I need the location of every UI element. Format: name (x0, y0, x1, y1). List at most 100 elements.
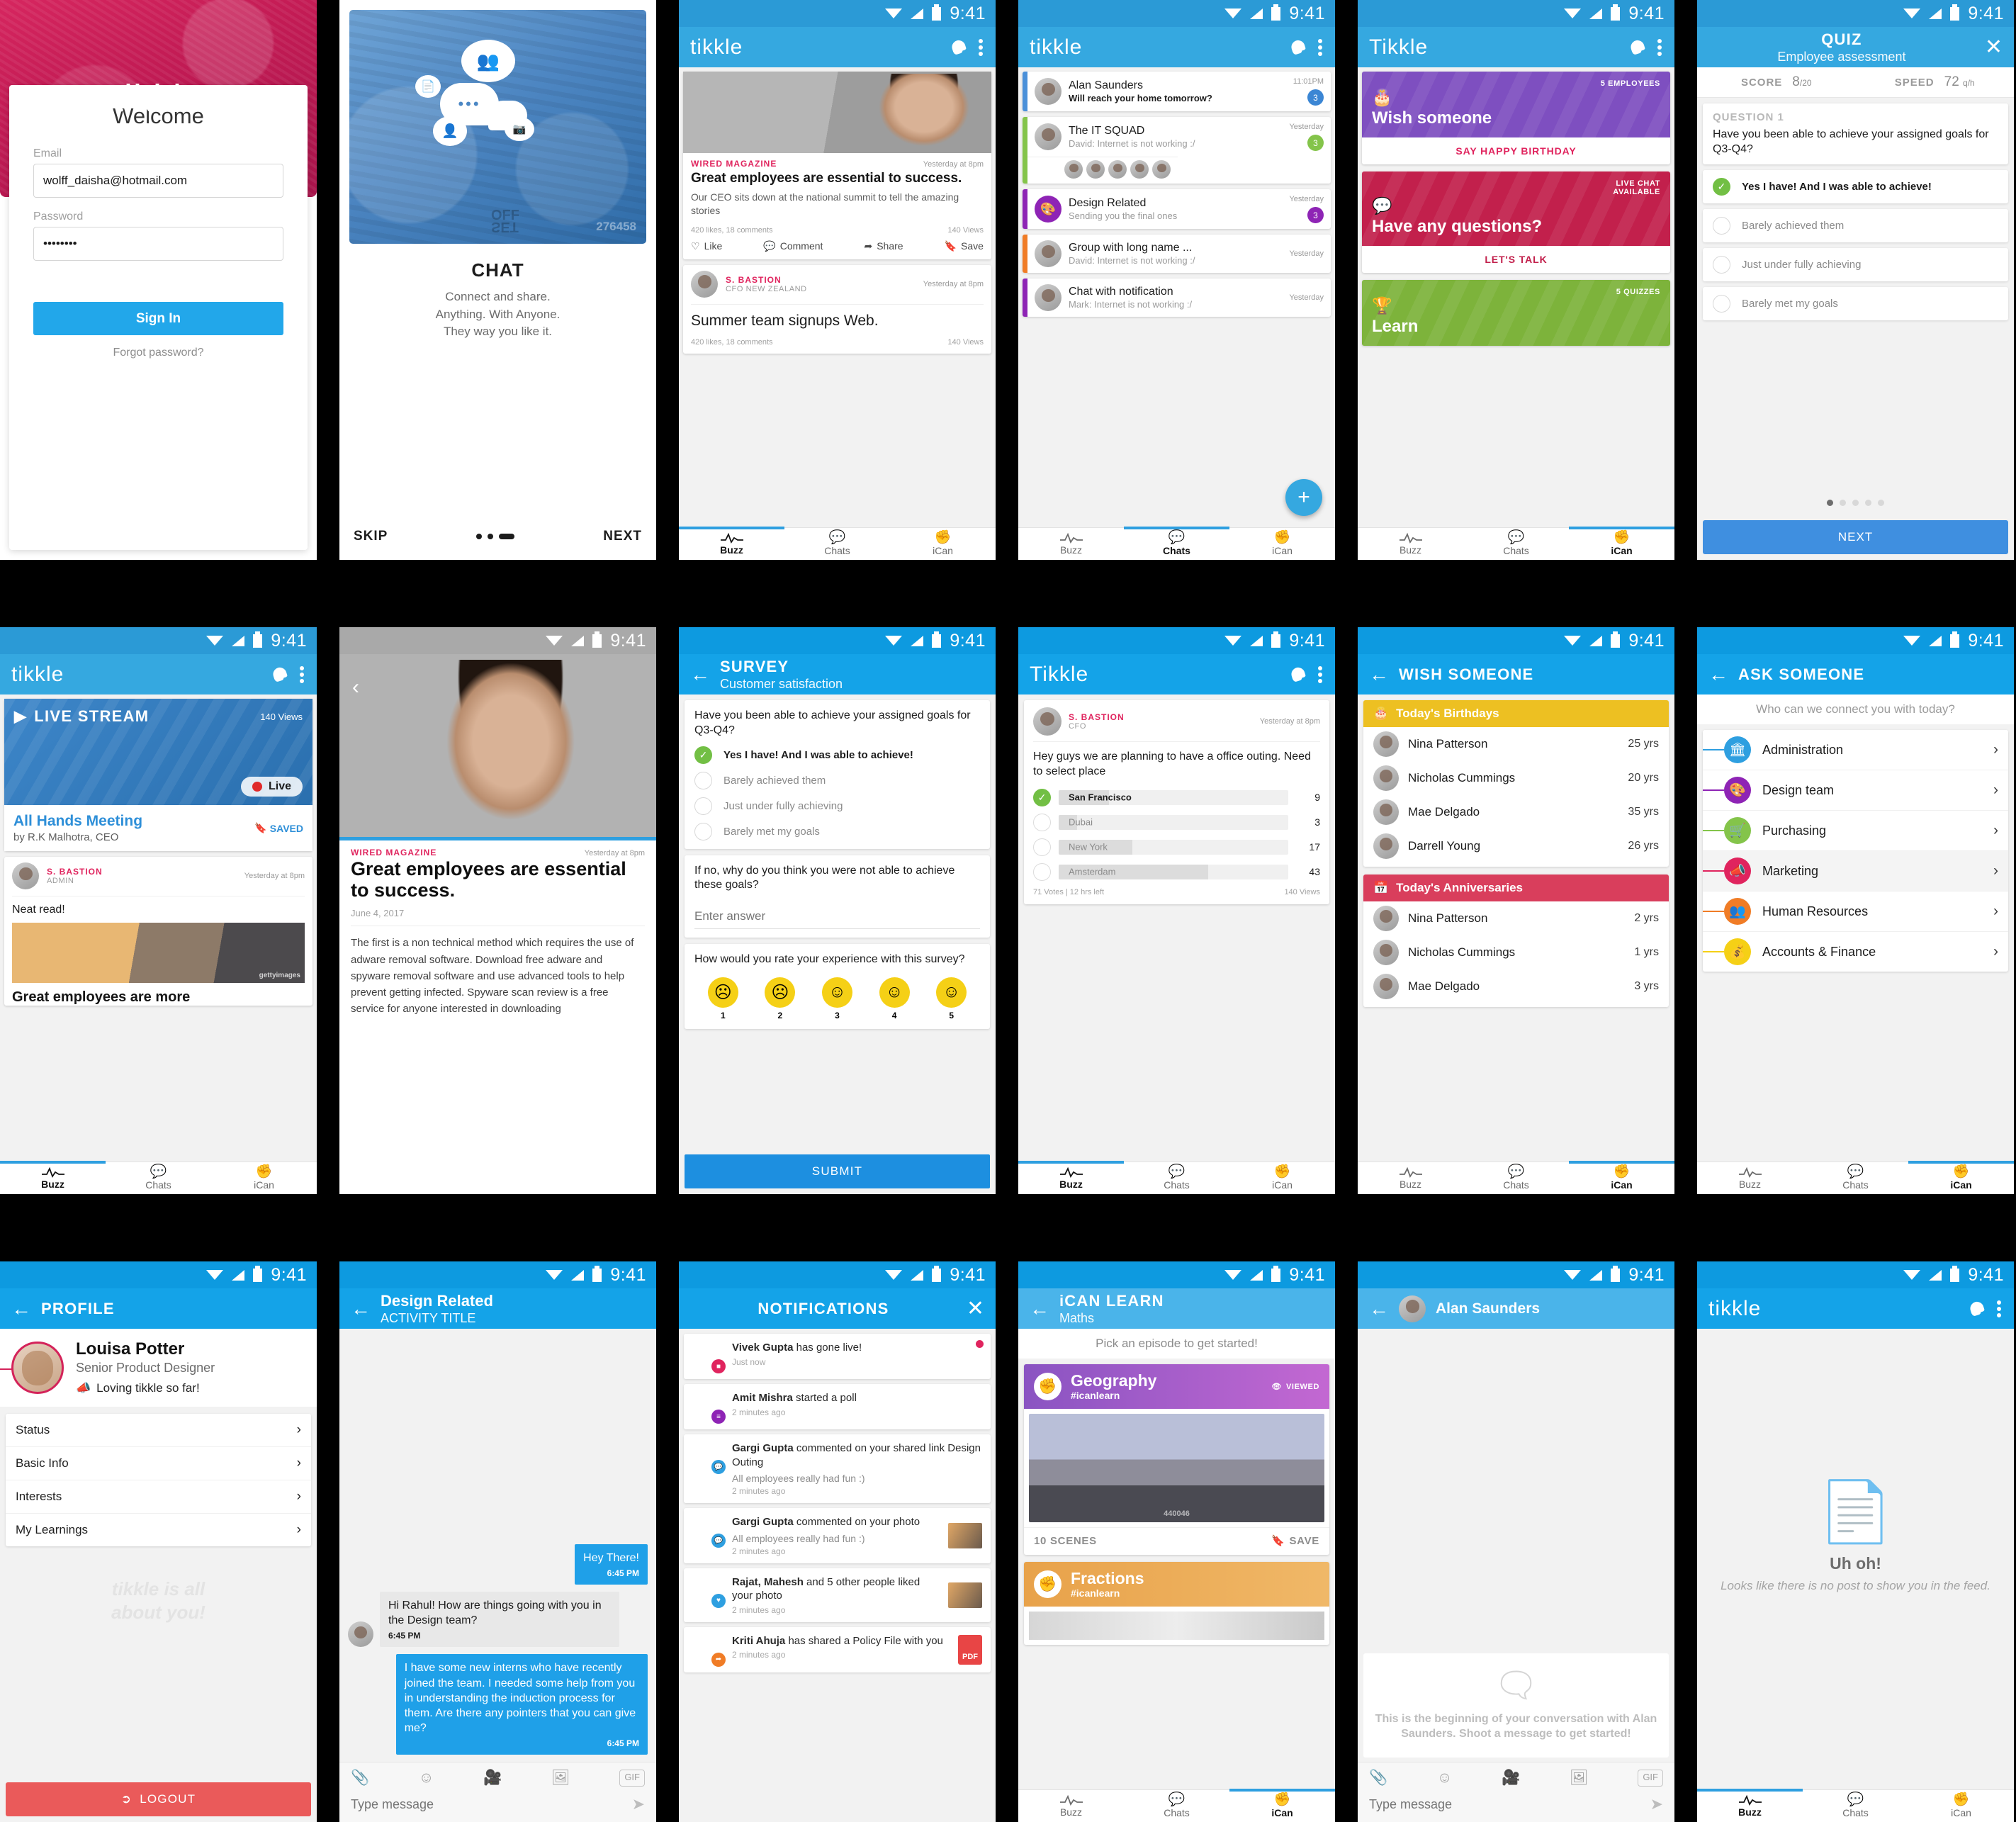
rating-option[interactable]: ☺ 4 (879, 977, 910, 1020)
submit-button[interactable]: SUBMIT (685, 1154, 990, 1188)
bell-icon[interactable] (1290, 665, 1308, 684)
back-icon[interactable]: ← (11, 1298, 31, 1319)
overflow-menu-icon[interactable] (979, 37, 984, 58)
profile-menu-basic-info[interactable]: Basic Info › (6, 1447, 311, 1480)
tab-ican[interactable]: ✊ iCan (1229, 1789, 1335, 1822)
rating-option[interactable]: ☹ 1 (707, 977, 738, 1020)
tab-ican[interactable]: ✊ iCan (1569, 527, 1674, 560)
survey-option[interactable]: Barely met my goals (694, 822, 980, 840)
bell-icon[interactable] (1969, 1300, 1987, 1318)
gif-icon[interactable]: GIF (619, 1770, 645, 1787)
tab-buzz[interactable]: Buzz (1358, 528, 1463, 560)
tab-buzz[interactable]: Buzz (1018, 1790, 1124, 1822)
profile-menu-learnings[interactable]: My Learnings › (6, 1514, 311, 1546)
tab-buzz[interactable]: Buzz (1697, 1789, 1803, 1822)
tab-buzz[interactable]: Buzz (0, 1161, 106, 1194)
tab-ican[interactable]: ✊ iCan (890, 528, 996, 560)
back-icon[interactable]: ← (1708, 664, 1728, 685)
close-icon[interactable]: ✕ (1985, 36, 2003, 58)
chat-row[interactable]: Chat with notification Mark: Internet is… (1023, 279, 1331, 317)
overflow-menu-icon[interactable] (1997, 1298, 2003, 1320)
save-button[interactable]: 🔖 SAVE (1271, 1534, 1319, 1548)
tab-ican[interactable]: ✊ iCan (1229, 1162, 1335, 1194)
tab-chats[interactable]: 💬 Chats (1124, 527, 1229, 560)
feed-post-shared[interactable]: S. BASTION ADMIN Yesterday at 8pm Neat r… (4, 857, 312, 1006)
tab-ican[interactable]: ✊ iCan (211, 1162, 317, 1194)
tab-chats[interactable]: 💬 Chats (1124, 1790, 1229, 1822)
back-icon[interactable]: ← (351, 1298, 371, 1319)
next-button[interactable]: NEXT (1703, 520, 2008, 554)
poll-option[interactable]: Dubai 3 (1033, 813, 1320, 831)
tab-buzz[interactable]: Buzz (1018, 528, 1124, 560)
back-icon[interactable]: ← (1030, 1298, 1049, 1319)
tab-ican[interactable]: ✊ iCan (1908, 1161, 2014, 1194)
episode-card-geography[interactable]: ✊ Geography #icanlearn 👁 VIEWED 440046 10… (1024, 1364, 1329, 1556)
notification-item[interactable]: ≡ Amit Mishra started a poll 2 minutes a… (684, 1384, 991, 1429)
department-row-finance[interactable]: 💰 Accounts & Finance › (1703, 932, 2008, 972)
overflow-menu-icon[interactable] (1318, 664, 1324, 685)
emoji-icon[interactable]: ☺ (419, 1770, 434, 1787)
chat-row[interactable]: The IT SQUAD David: Internet is not work… (1023, 117, 1331, 184)
bell-icon[interactable] (1290, 38, 1308, 57)
feed-post-status[interactable]: S. BASTION CFO NEW ZEALAND Yesterday at … (683, 264, 991, 354)
overflow-menu-icon[interactable] (1318, 37, 1324, 58)
quiz-option[interactable]: Just under fully achieving (1703, 248, 2008, 282)
tab-chats[interactable]: 💬 Chats (1124, 1162, 1229, 1194)
episode-card-fractions[interactable]: ✊ Fractions #icanlearn (1024, 1562, 1329, 1646)
survey-option[interactable]: Just under fully achieving (694, 797, 980, 815)
notification-item[interactable]: 💬 Gargi Gupta commented on your shared l… (684, 1434, 991, 1503)
video-icon[interactable]: 🎥 (1502, 1770, 1520, 1787)
chat-row[interactable]: Group with long name ... David: Internet… (1023, 235, 1331, 273)
tab-chats[interactable]: 💬 Chats (1463, 1162, 1569, 1194)
bell-icon[interactable] (1629, 38, 1648, 57)
rating-option[interactable]: ☺ 3 (821, 977, 852, 1020)
send-icon[interactable]: ➤ (1650, 1795, 1663, 1813)
next-button[interactable]: NEXT (603, 529, 642, 544)
video-icon[interactable]: 🎥 (483, 1770, 502, 1787)
survey-option[interactable]: ✓ Yes I have! And I was able to achieve! (694, 746, 980, 764)
tab-buzz[interactable]: Buzz (1018, 1161, 1124, 1194)
wish-list-item[interactable]: Nicholas Cummings 20 yrs (1363, 761, 1669, 795)
new-chat-fab[interactable]: + (1285, 479, 1322, 516)
message-input[interactable] (1369, 1796, 1650, 1812)
feed-post-article[interactable]: WIRED MAGAZINE Yesterday at 8pm Great em… (683, 72, 991, 259)
chat-row[interactable]: 🎨 Design Related Sending you the final o… (1023, 189, 1331, 229)
send-icon[interactable]: ➤ (632, 1795, 645, 1813)
survey-option[interactable]: Barely achieved them (694, 771, 980, 789)
image-icon[interactable]: 🖼 (1570, 1770, 1589, 1787)
tab-buzz[interactable]: Buzz (1358, 1162, 1463, 1194)
department-row-hr[interactable]: 👥 Human Resources › (1703, 892, 2008, 932)
signin-button[interactable]: Sign In (33, 302, 283, 335)
tab-ican[interactable]: ✊ iCan (1229, 528, 1335, 560)
notification-item[interactable]: 💬 Gargi Gupta commented on your photo Al… (684, 1508, 991, 1563)
tab-chats[interactable]: 💬 Chats (1803, 1790, 1908, 1822)
live-stream-card[interactable]: ▶ LIVE STREAM 140 Views Live All Hands Me… (4, 699, 312, 851)
emoji-icon[interactable]: ☺ (1437, 1770, 1452, 1787)
department-row-administration[interactable]: 🏛 Administration › (1703, 730, 2008, 770)
ican-card-wish[interactable]: 5 EMPLOYEES 🎂 Wish someone SAY HAPPY BIR… (1362, 72, 1670, 164)
card-cta[interactable]: LET'S TALK (1362, 246, 1670, 273)
wish-list-item[interactable]: Nina Patterson 2 yrs (1363, 901, 1669, 935)
bell-icon[interactable] (271, 665, 290, 684)
overflow-menu-icon[interactable] (300, 664, 305, 685)
poll-option[interactable]: Amsterdam 43 (1033, 862, 1320, 881)
wish-list-item[interactable]: Darrell Young 26 yrs (1363, 829, 1669, 867)
tab-chats[interactable]: 💬 Chats (106, 1162, 211, 1194)
tab-buzz[interactable]: Buzz (679, 527, 784, 560)
back-icon[interactable]: ← (1369, 664, 1389, 685)
saved-indicator[interactable]: 🔖 SAVED (254, 822, 303, 834)
skip-button[interactable]: SKIP (354, 529, 388, 544)
department-row-marketing[interactable]: 📣 Marketing › (1703, 851, 2008, 892)
card-cta[interactable]: SAY HAPPY BIRTHDAY (1362, 137, 1670, 164)
tab-ican[interactable]: ✊ iCan (1908, 1790, 2014, 1822)
message-input[interactable] (351, 1796, 632, 1812)
email-field[interactable] (33, 164, 283, 198)
wish-list-item[interactable]: Nina Patterson 25 yrs (1363, 727, 1669, 761)
tab-chats[interactable]: 💬 Chats (1803, 1162, 1908, 1194)
back-icon[interactable]: ← (1369, 1298, 1389, 1319)
bell-icon[interactable] (950, 38, 969, 57)
back-icon[interactable]: ← (690, 664, 710, 685)
ican-card-questions[interactable]: LIVE CHAT AVAILABLE 💬 Have any questions… (1362, 171, 1670, 273)
save-button[interactable]: 🔖 Save (945, 240, 984, 252)
password-field[interactable] (33, 227, 283, 261)
